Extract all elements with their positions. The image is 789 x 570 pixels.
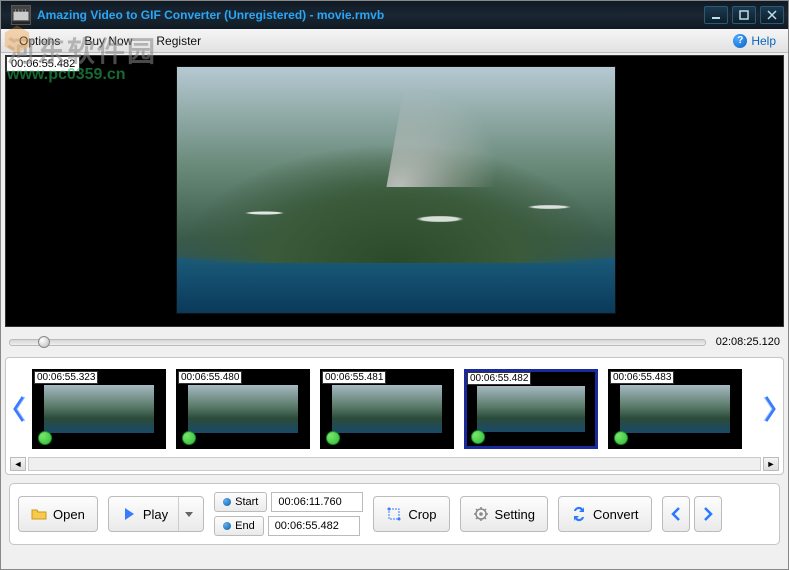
menubar: Options Buy Now Register ? Help xyxy=(1,29,788,53)
app-icon xyxy=(11,5,31,25)
clock-icon xyxy=(223,498,231,506)
thumbnail-timestamp: 00:06:55.482 xyxy=(467,372,531,385)
check-icon xyxy=(38,431,52,445)
range-group: Start 00:06:11.760 End 00:06:55.482 xyxy=(214,492,363,536)
menu-help[interactable]: ? Help xyxy=(727,34,782,48)
close-button[interactable] xyxy=(760,6,784,24)
video-frame xyxy=(176,66,616,314)
crop-button[interactable]: Crop xyxy=(373,496,449,532)
thumbnail-timestamp: 00:06:55.323 xyxy=(34,371,98,384)
scroll-track[interactable] xyxy=(28,457,761,471)
seek-thumb[interactable] xyxy=(38,336,50,348)
help-icon: ? xyxy=(733,34,747,48)
next-button[interactable] xyxy=(694,496,722,532)
bottom-toolbar: Open Play Start 00:06:11.760 End 00:06:5… xyxy=(9,483,780,545)
preview-timecode: 00:06:55.482 xyxy=(6,56,80,72)
play-icon xyxy=(121,506,137,522)
setting-button[interactable]: Setting xyxy=(460,496,548,532)
check-icon xyxy=(182,431,196,445)
end-time-field[interactable]: 00:06:55.482 xyxy=(268,516,360,536)
video-preview: 00:06:55.482 xyxy=(5,55,784,327)
check-icon xyxy=(326,431,340,445)
thumbnail[interactable]: 00:06:55.481 xyxy=(320,369,454,449)
thumbnail-timestamp: 00:06:55.483 xyxy=(610,371,674,384)
clock-icon xyxy=(223,522,231,530)
convert-button[interactable]: Convert xyxy=(558,496,652,532)
convert-icon xyxy=(571,506,587,522)
menu-buy-now[interactable]: Buy Now xyxy=(72,34,144,48)
setting-label: Setting xyxy=(495,507,535,522)
seek-track[interactable] xyxy=(9,339,706,346)
prev-button[interactable] xyxy=(662,496,690,532)
thumbnail[interactable]: 00:06:55.480 xyxy=(176,369,310,449)
check-icon xyxy=(471,430,485,444)
thumbnail-timestamp: 00:06:55.480 xyxy=(178,371,242,384)
start-time-field[interactable]: 00:06:11.760 xyxy=(271,492,363,512)
menu-help-label: Help xyxy=(751,34,776,48)
play-button[interactable]: Play xyxy=(108,496,204,532)
crop-label: Crop xyxy=(408,507,436,522)
thumbnail[interactable]: 00:06:55.482 xyxy=(464,369,598,449)
minimize-button[interactable] xyxy=(704,6,728,24)
titlebar: Amazing Video to GIF Converter (Unregist… xyxy=(1,1,788,29)
thumbnail[interactable]: 00:06:55.483 xyxy=(608,369,742,449)
end-label: End xyxy=(235,520,255,532)
thumbs-next-button[interactable] xyxy=(761,379,779,439)
thumbs-scrollbar[interactable]: ◄ ► xyxy=(10,456,779,472)
start-label: Start xyxy=(235,496,258,508)
crop-icon xyxy=(386,506,402,522)
folder-icon xyxy=(31,506,47,522)
open-button[interactable]: Open xyxy=(18,496,98,532)
scroll-left-button[interactable]: ◄ xyxy=(10,457,26,471)
scroll-right-button[interactable]: ► xyxy=(763,457,779,471)
open-label: Open xyxy=(53,507,85,522)
window-title: Amazing Video to GIF Converter (Unregist… xyxy=(37,8,384,22)
duration-label: 02:08:25.120 xyxy=(716,336,780,348)
end-button[interactable]: End xyxy=(214,516,264,536)
maximize-button[interactable] xyxy=(732,6,756,24)
play-dropdown-button[interactable] xyxy=(178,497,199,531)
thumbnail-strip: 00:06:55.323 00:06:55.480 00:06:55.481 00:0… xyxy=(5,357,784,475)
menu-register[interactable]: Register xyxy=(144,34,213,48)
thumbs-prev-button[interactable] xyxy=(10,379,28,439)
check-icon xyxy=(614,431,628,445)
play-label: Play xyxy=(143,507,168,522)
menu-options[interactable]: Options xyxy=(7,34,72,48)
gear-icon xyxy=(473,506,489,522)
convert-label: Convert xyxy=(593,507,639,522)
thumbnail[interactable]: 00:06:55.323 xyxy=(32,369,166,449)
start-button[interactable]: Start xyxy=(214,492,267,512)
seek-bar: 02:08:25.120 xyxy=(9,331,780,353)
thumbnail-timestamp: 00:06:55.481 xyxy=(322,371,386,384)
